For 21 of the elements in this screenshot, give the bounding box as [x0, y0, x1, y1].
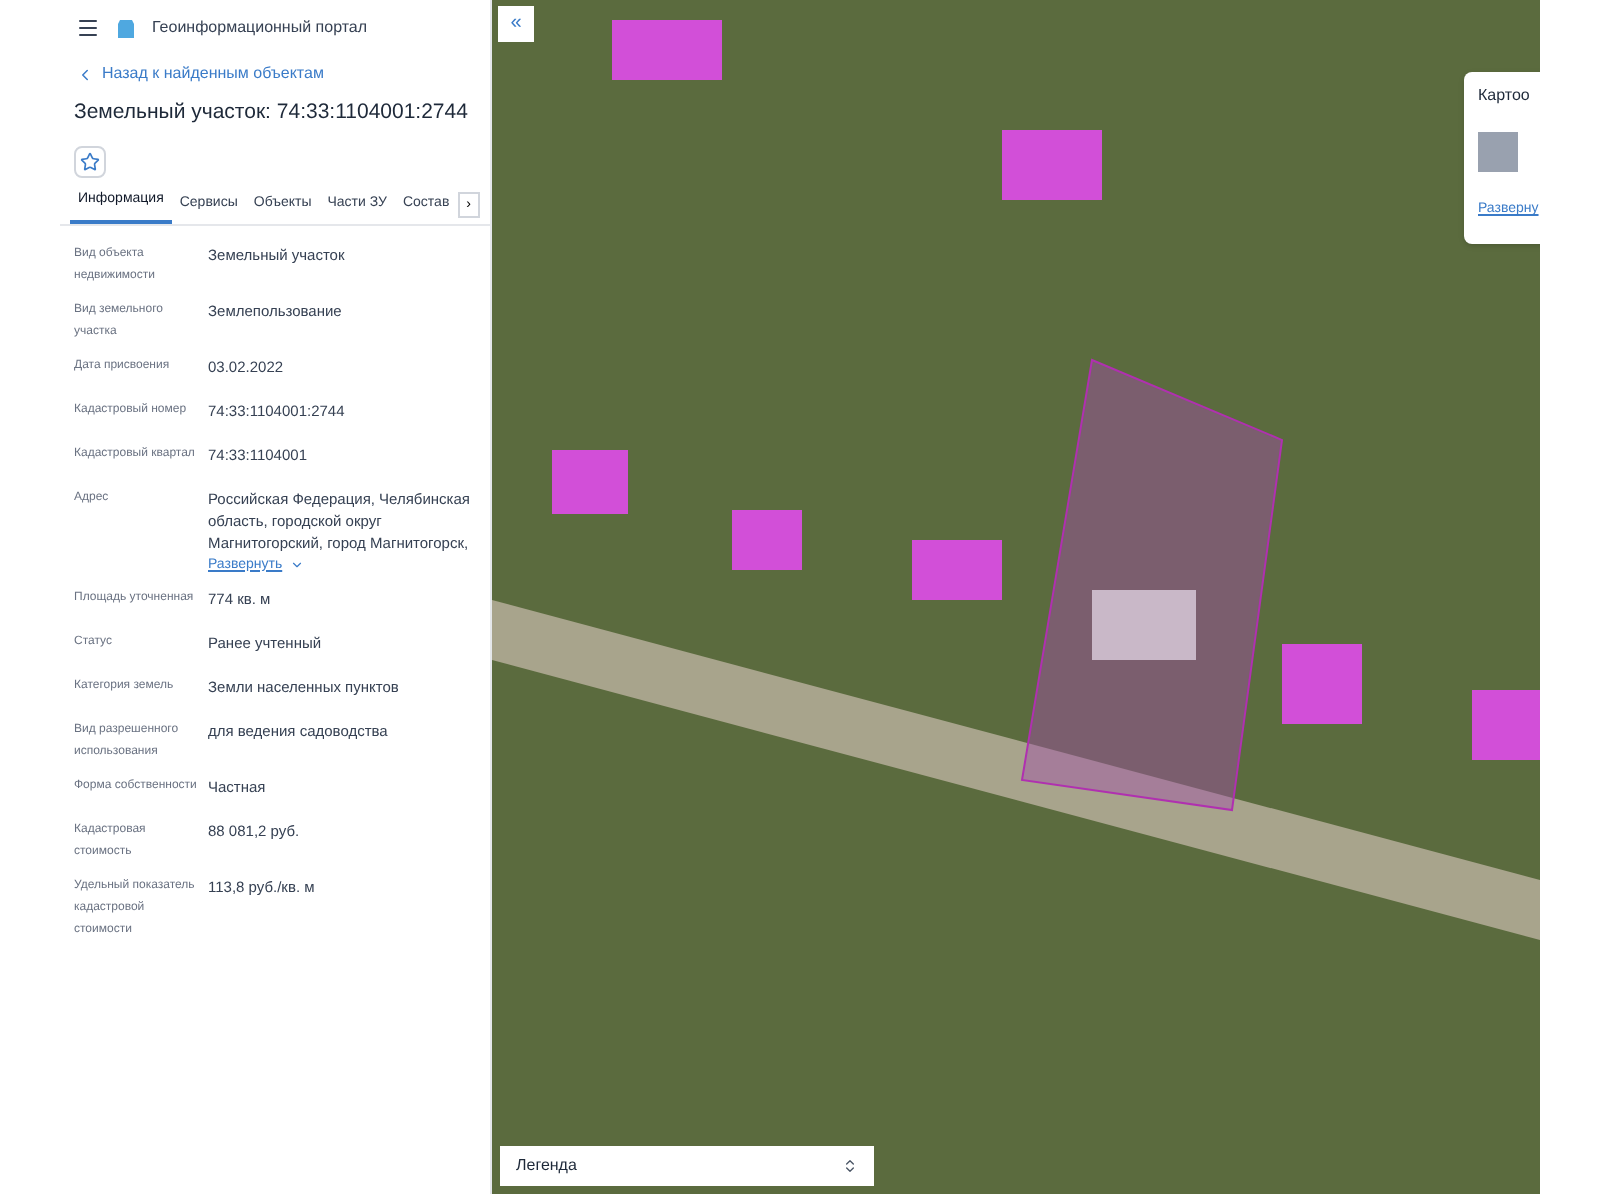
chevron-down-icon — [290, 557, 305, 572]
building — [732, 510, 802, 570]
back-link[interactable]: Назад к найденным объектам — [60, 62, 490, 86]
building — [552, 450, 628, 514]
up-down-icon — [842, 1158, 858, 1174]
card-title: Картоо — [1478, 84, 1532, 108]
building — [1002, 130, 1102, 200]
building — [912, 540, 1002, 600]
back-icon — [76, 65, 94, 83]
photo-placeholder — [1478, 132, 1518, 172]
object-title: Земельный участок: 74:33:1104001:2744 — [72, 98, 470, 128]
legend-select[interactable]: Легенда — [500, 1146, 874, 1186]
favorite-button[interactable] — [74, 145, 106, 178]
collapse-button[interactable]: « — [498, 6, 534, 42]
portal-title: Геоинформационный портал — [152, 16, 368, 40]
building — [1472, 690, 1540, 760]
building — [612, 20, 722, 80]
menu-icon[interactable] — [76, 16, 100, 40]
logo-icon — [116, 17, 136, 39]
building — [1282, 644, 1362, 724]
building — [1092, 590, 1196, 660]
